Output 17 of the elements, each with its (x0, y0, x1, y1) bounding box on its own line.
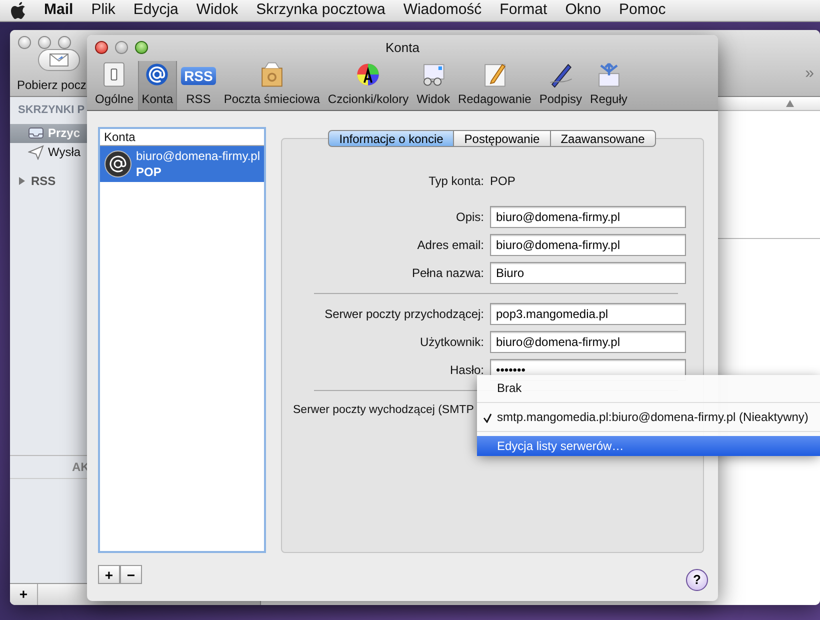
field-label: Opis: (454, 209, 484, 226)
field-label: Adres email: (416, 237, 484, 254)
mailbox-label: Przyc (48, 125, 80, 142)
window-title: Konta (386, 39, 420, 58)
mailbox-label: Wysła (48, 144, 81, 161)
field-label: Typ konta: (428, 173, 484, 190)
field-value: POP (490, 173, 516, 190)
field-label: Pełna nazwa: (410, 265, 484, 282)
account-type: POP (136, 164, 162, 180)
sidebar-heading: SKRZYNKI P (17, 103, 86, 118)
field-label: Hasło: (448, 362, 484, 379)
toolbar-label: Pobierz pocz (17, 77, 86, 94)
field-label: Serwer poczty wychodzącej (SMTP (292, 403, 474, 418)
rss-badge: RSS (181, 67, 216, 85)
field-label: Użytkownik: (418, 334, 484, 351)
field-label: Serwer poczty przychodzącej: (324, 306, 484, 323)
account-address: biuro@domena-firmy.pl (136, 148, 260, 164)
